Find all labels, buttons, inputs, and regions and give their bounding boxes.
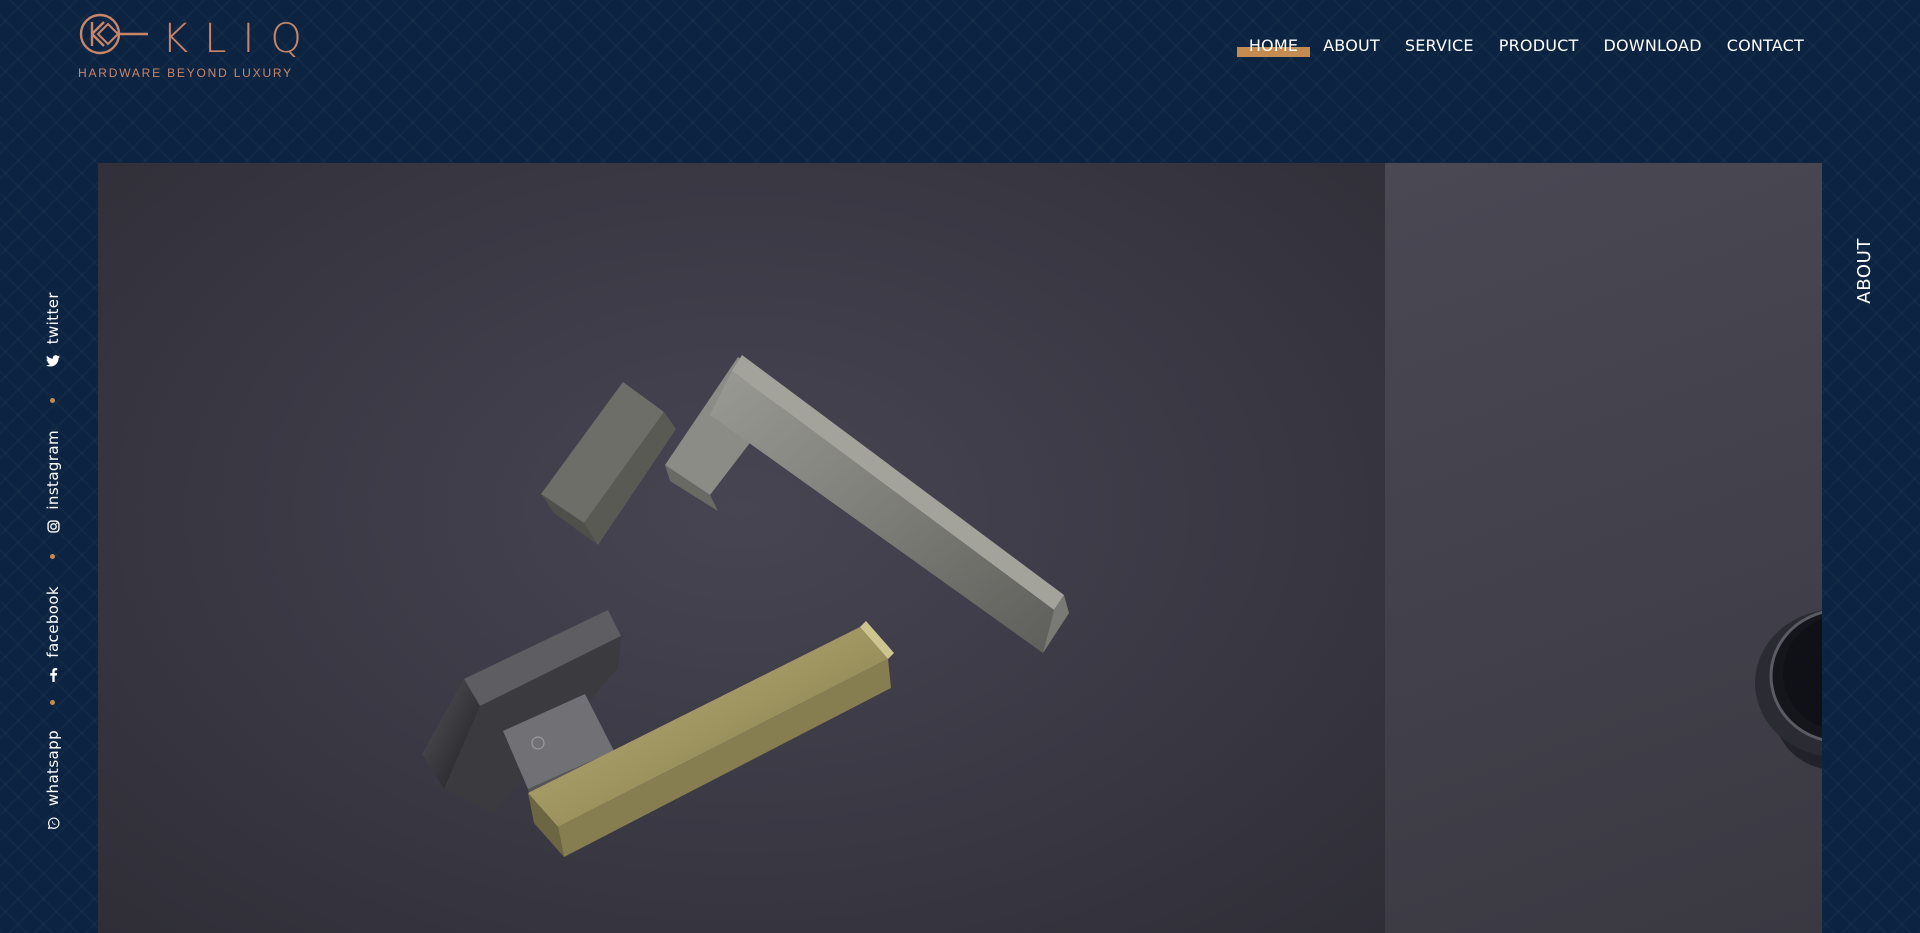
- social-label: whatsapp: [44, 730, 62, 807]
- social-label: facebook: [44, 586, 62, 658]
- brand-name: KLIQ: [162, 16, 318, 62]
- nav-about[interactable]: ABOUT: [1323, 36, 1380, 59]
- side-about-label[interactable]: ABOUT: [1854, 238, 1875, 304]
- separator-dot: [50, 398, 55, 403]
- social-instagram[interactable]: instagram: [38, 430, 68, 534]
- twitter-icon: [46, 354, 60, 368]
- social-whatsapp[interactable]: whatsapp: [38, 730, 68, 830]
- hero-slide-next: [1385, 163, 1822, 933]
- nav-product[interactable]: PRODUCT: [1499, 36, 1579, 59]
- separator-dot: [50, 700, 55, 705]
- main-nav: HOME ABOUT SERVICE PRODUCT DOWNLOAD CONT…: [1236, 36, 1804, 59]
- kliq-logo-mark-icon: [79, 13, 148, 55]
- brand-tagline: HARDWARE BEYOND LUXURY: [78, 66, 293, 80]
- nav-service[interactable]: SERVICE: [1405, 36, 1474, 59]
- nav-contact[interactable]: CONTACT: [1727, 36, 1804, 59]
- brand-logo[interactable]: KLIQ HARDWARE BEYOND LUXURY: [78, 12, 302, 82]
- social-twitter[interactable]: twitter: [38, 292, 68, 368]
- social-label: twitter: [44, 292, 62, 345]
- nav-download[interactable]: DOWNLOAD: [1603, 36, 1701, 59]
- social-label: instagram: [44, 430, 62, 510]
- separator-dot: [50, 554, 55, 559]
- instagram-icon: [46, 520, 60, 534]
- social-sidebar: twitter instagram facebook whatsapp: [38, 292, 68, 852]
- facebook-icon: [46, 667, 60, 682]
- hero-slide-current: [98, 163, 1385, 933]
- round-knob-photo: [1755, 610, 1822, 769]
- hero-slider[interactable]: [98, 163, 1822, 933]
- door-handle-pair-photo: [422, 355, 1069, 857]
- whatsapp-icon: [46, 816, 60, 830]
- nav-home[interactable]: HOME: [1236, 36, 1311, 59]
- social-facebook[interactable]: facebook: [38, 586, 68, 682]
